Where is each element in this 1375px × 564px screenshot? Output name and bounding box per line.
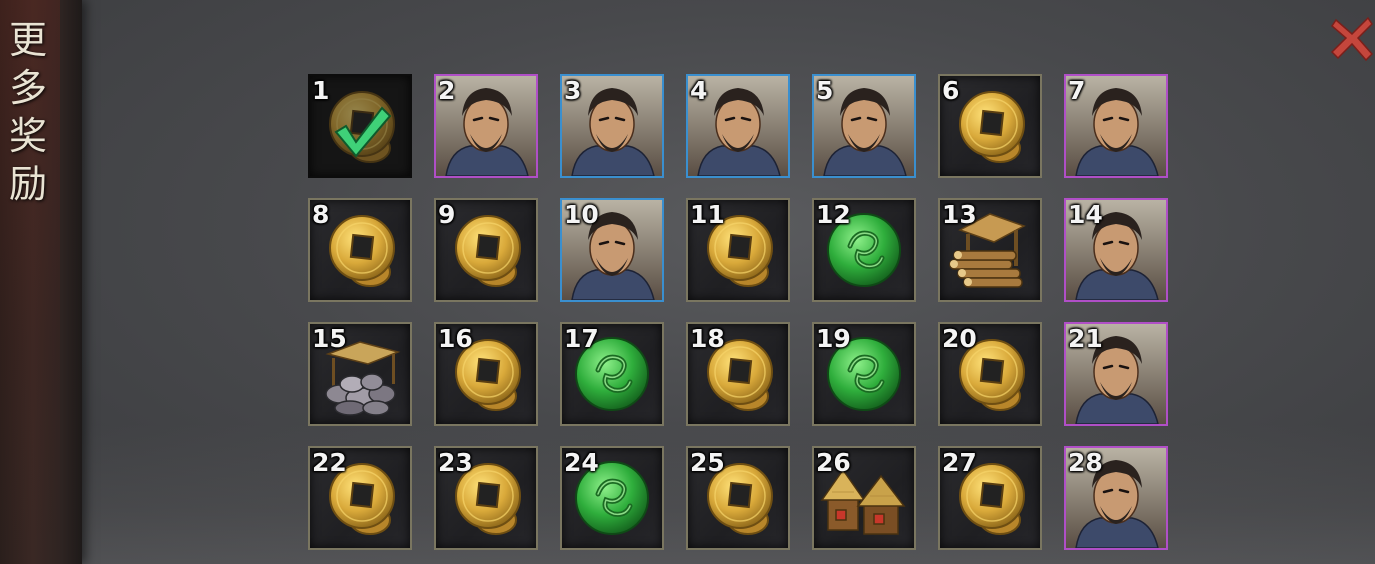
reward-slot[interactable]: 1 bbox=[308, 74, 412, 178]
reward-number: 6 bbox=[942, 76, 960, 105]
banner-title-char: 更 bbox=[8, 18, 47, 62]
close-button[interactable] bbox=[1330, 14, 1374, 62]
reward-slot[interactable]: 26 bbox=[812, 446, 916, 550]
reward-number: 22 bbox=[312, 448, 347, 477]
reward-number: 27 bbox=[942, 448, 977, 477]
reward-slot[interactable]: 5 bbox=[812, 74, 916, 178]
reward-slot[interactable]: 22 bbox=[308, 446, 412, 550]
banner-title: 更 多 奖 励 bbox=[4, 16, 52, 208]
reward-number: 5 bbox=[816, 76, 834, 105]
reward-slot[interactable]: 19 bbox=[812, 322, 916, 426]
reward-number: 14 bbox=[1068, 200, 1103, 229]
reward-slot[interactable]: 14 bbox=[1064, 198, 1168, 302]
reward-slot[interactable]: 25 bbox=[686, 446, 790, 550]
reward-number: 2 bbox=[438, 76, 456, 105]
reward-slot[interactable]: 21 bbox=[1064, 322, 1168, 426]
reward-number: 16 bbox=[438, 324, 473, 353]
banner-title-char: 多 bbox=[8, 66, 47, 110]
reward-number: 28 bbox=[1068, 448, 1103, 477]
reward-slot[interactable]: 24 bbox=[560, 446, 664, 550]
reward-number: 23 bbox=[438, 448, 473, 477]
reward-number: 17 bbox=[564, 324, 599, 353]
reward-number: 13 bbox=[942, 200, 977, 229]
reward-slot[interactable]: 4 bbox=[686, 74, 790, 178]
reward-number: 1 bbox=[312, 76, 330, 105]
reward-grid: 1 2 3 4 5 6 7 8 9 10 11 12 13 14 15 16 1… bbox=[308, 74, 1168, 550]
reward-number: 24 bbox=[564, 448, 599, 477]
reward-number: 26 bbox=[816, 448, 851, 477]
reward-number: 20 bbox=[942, 324, 977, 353]
reward-number: 7 bbox=[1068, 76, 1086, 105]
reward-number: 3 bbox=[564, 76, 582, 105]
reward-number: 4 bbox=[690, 76, 708, 105]
reward-slot[interactable]: 12 bbox=[812, 198, 916, 302]
reward-slot[interactable]: 3 bbox=[560, 74, 664, 178]
reward-slot[interactable]: 6 bbox=[938, 74, 1042, 178]
reward-slot[interactable]: 15 bbox=[308, 322, 412, 426]
reward-number: 9 bbox=[438, 200, 456, 229]
reward-number: 8 bbox=[312, 200, 330, 229]
reward-slot[interactable]: 7 bbox=[1064, 74, 1168, 178]
reward-slot[interactable]: 11 bbox=[686, 198, 790, 302]
reward-number: 21 bbox=[1068, 324, 1103, 353]
reward-slot[interactable]: 10 bbox=[560, 198, 664, 302]
reward-slot[interactable]: 27 bbox=[938, 446, 1042, 550]
reward-slot[interactable]: 9 bbox=[434, 198, 538, 302]
reward-number: 25 bbox=[690, 448, 725, 477]
side-banner: 更 多 奖 励 bbox=[0, 0, 82, 564]
reward-slot[interactable]: 8 bbox=[308, 198, 412, 302]
reward-slot[interactable]: 18 bbox=[686, 322, 790, 426]
reward-slot[interactable]: 2 bbox=[434, 74, 538, 178]
reward-number: 12 bbox=[816, 200, 851, 229]
reward-slot[interactable]: 20 bbox=[938, 322, 1042, 426]
banner-title-char: 励 bbox=[8, 162, 47, 206]
reward-slot[interactable]: 17 bbox=[560, 322, 664, 426]
reward-slot[interactable]: 23 bbox=[434, 446, 538, 550]
reward-slot[interactable]: 16 bbox=[434, 322, 538, 426]
reward-number: 18 bbox=[690, 324, 725, 353]
reward-number: 15 bbox=[312, 324, 347, 353]
reward-number: 10 bbox=[564, 200, 599, 229]
reward-number: 19 bbox=[816, 324, 851, 353]
reward-slot[interactable]: 28 bbox=[1064, 446, 1168, 550]
reward-number: 11 bbox=[690, 200, 725, 229]
claimed-check-icon bbox=[334, 106, 392, 158]
banner-title-char: 奖 bbox=[8, 114, 47, 158]
reward-slot[interactable]: 13 bbox=[938, 198, 1042, 302]
close-icon bbox=[1330, 16, 1374, 62]
